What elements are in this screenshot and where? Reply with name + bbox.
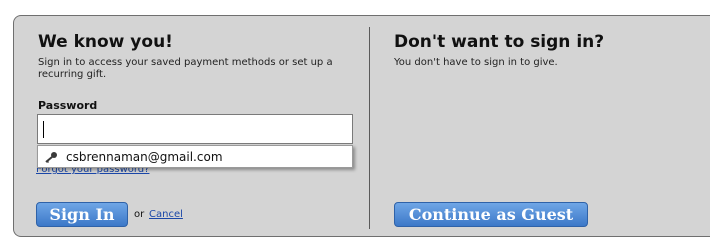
key-icon	[45, 151, 57, 163]
sign-in-button[interactable]: Sign In	[36, 202, 128, 227]
continue-as-guest-button[interactable]: Continue as Guest	[394, 202, 588, 227]
panel-divider	[369, 27, 370, 229]
signin-heading: We know you!	[38, 32, 173, 52]
autocomplete-email: csbrennaman@gmail.com	[66, 149, 223, 164]
autocomplete-suggestion[interactable]: csbrennaman@gmail.com	[37, 145, 353, 168]
guest-description: You don't have to sign in to give.	[394, 57, 558, 68]
text-caret	[43, 121, 44, 138]
guest-heading: Don't want to sign in?	[394, 32, 605, 52]
cancel-link[interactable]: Cancel	[149, 209, 183, 220]
password-label: Password	[38, 99, 98, 112]
signin-description: Sign in to access your saved payment met…	[38, 57, 333, 80]
or-text: or	[134, 209, 145, 220]
password-input[interactable]	[37, 114, 353, 144]
